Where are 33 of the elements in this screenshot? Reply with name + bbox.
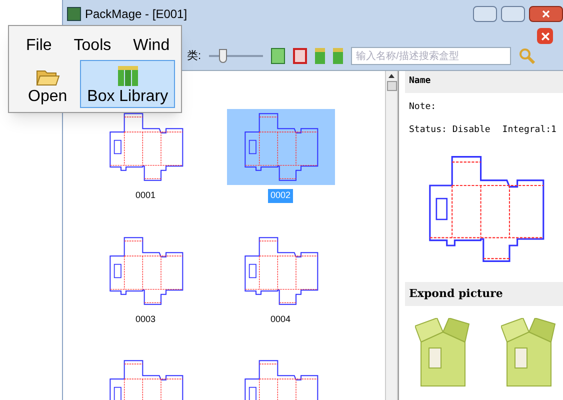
category-label: 类:: [187, 48, 202, 64]
name-header: Name: [405, 71, 563, 92]
slider-thumb[interactable]: [218, 49, 227, 63]
integral-text: Integral:1: [502, 124, 556, 137]
close-document-button[interactable]: [537, 28, 553, 44]
scroll-thumb[interactable]: [386, 81, 396, 91]
box-picture: [501, 318, 557, 388]
close-icon: [542, 10, 550, 18]
zoom-slider[interactable]: [209, 49, 264, 63]
menu-item[interactable]: Tools: [74, 34, 112, 58]
menu-item[interactable]: File: [26, 34, 52, 58]
close-button[interactable]: [529, 6, 563, 22]
expand-picture-header: Expond picture: [405, 282, 563, 306]
window-title: PackMage - [E001]: [85, 6, 188, 23]
box-number[interactable]: 0004: [268, 312, 293, 326]
search-field[interactable]: 输入名称/描述搜索盒型: [351, 47, 512, 65]
close-icon: [540, 32, 550, 40]
box-number[interactable]: 0003: [133, 312, 158, 326]
note-label: Note:: [408, 100, 438, 114]
box-picture: [415, 318, 471, 388]
box-thumbnail[interactable]: [226, 109, 334, 185]
maximize-button[interactable]: [501, 6, 525, 22]
app-logo-icon: [67, 7, 81, 21]
ribbon-button[interactable]: Open: [21, 60, 74, 108]
scrollbar[interactable]: [385, 71, 398, 400]
list-view-icon[interactable]: [271, 48, 286, 64]
box-open-icon[interactable]: [293, 48, 308, 64]
box-number[interactable]: 0001: [133, 189, 158, 202]
minimize-button[interactable]: [473, 6, 497, 22]
books-icon: [116, 65, 140, 87]
menu-item[interactable]: Wind: [133, 34, 170, 58]
ribbon-button[interactable]: Box Library: [80, 60, 176, 108]
status-text: Status: Disable: [409, 124, 490, 137]
